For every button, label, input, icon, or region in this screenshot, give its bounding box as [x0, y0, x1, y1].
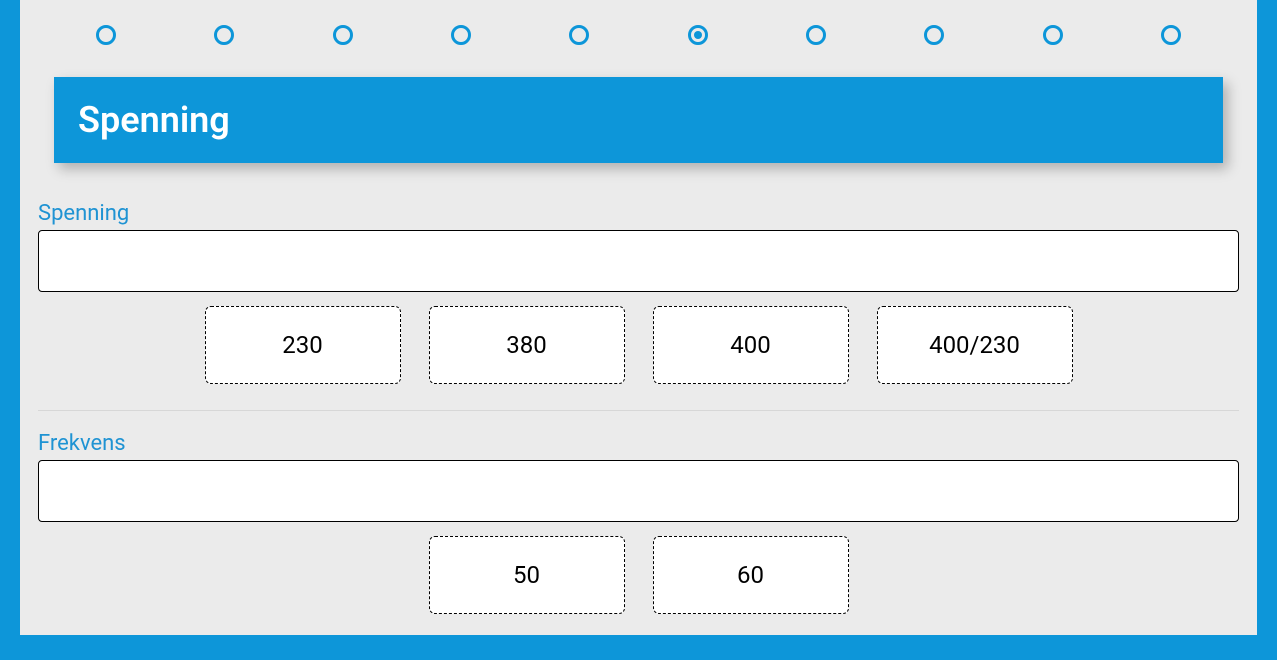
step-8[interactable] — [924, 25, 944, 45]
progress-stepper — [38, 15, 1239, 77]
page-title-bar: Spenning — [54, 77, 1223, 163]
frekvens-option-50[interactable]: 50 — [429, 536, 625, 614]
spenning-option-400[interactable]: 400 — [653, 306, 849, 384]
spenning-input[interactable] — [38, 230, 1239, 292]
step-2[interactable] — [214, 25, 234, 45]
spenning-option-230[interactable]: 230 — [205, 306, 401, 384]
frekvens-input[interactable] — [38, 460, 1239, 522]
section-divider — [38, 410, 1239, 411]
step-3[interactable] — [333, 25, 353, 45]
spenning-label: Spenning — [38, 201, 1239, 226]
step-1[interactable] — [96, 25, 116, 45]
step-9[interactable] — [1043, 25, 1063, 45]
spenning-option-380[interactable]: 380 — [429, 306, 625, 384]
step-7[interactable] — [806, 25, 826, 45]
frekvens-options: 50 60 — [38, 536, 1239, 640]
step-4[interactable] — [451, 25, 471, 45]
frekvens-option-60[interactable]: 60 — [653, 536, 849, 614]
step-10[interactable] — [1161, 25, 1181, 45]
spenning-option-400-230[interactable]: 400/230 — [877, 306, 1073, 384]
step-6[interactable] — [688, 25, 708, 45]
page-title: Spenning — [78, 99, 230, 141]
page-container: Spenning Spenning 230 380 400 400/230 Fr… — [20, 0, 1257, 635]
spenning-options: 230 380 400 400/230 — [38, 306, 1239, 410]
form-section: Spenning 230 380 400 400/230 Frekvens 50… — [38, 163, 1239, 640]
step-5[interactable] — [569, 25, 589, 45]
frekvens-label: Frekvens — [38, 431, 1239, 456]
